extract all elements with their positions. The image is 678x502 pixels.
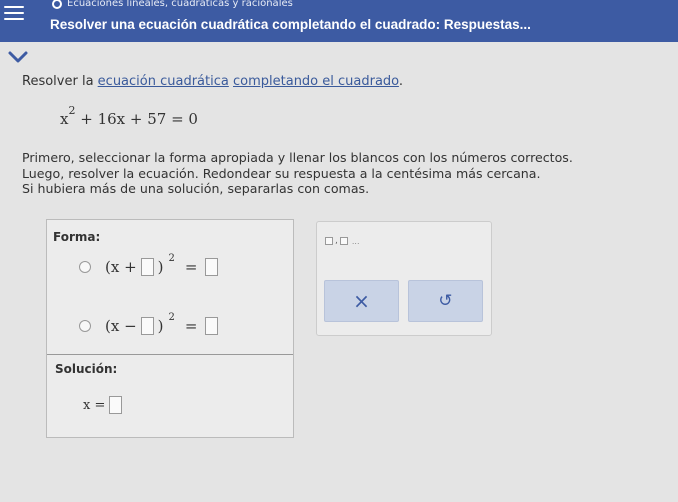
instructions: Primero, seleccionar la forma apropiada … — [22, 150, 573, 197]
intro-period: . — [398, 74, 404, 89]
blank-input[interactable] — [140, 317, 154, 335]
close-icon: × — [353, 289, 370, 313]
blank-input[interactable] — [205, 317, 219, 335]
panel-divider — [47, 354, 293, 355]
radio-option-minus[interactable] — [79, 320, 91, 332]
option-close: ) — [157, 317, 164, 335]
instruction-line: Luego, resolver la ecuación. Redondear s… — [22, 165, 541, 181]
option-minus[interactable]: (x − ) 2 = — [79, 312, 219, 335]
link-quadratic-equation[interactable]: ecuación cuadrática — [98, 74, 229, 89]
answer-panel: Forma: (x + ) 2 = (x − ) 2 = Solución: x = — [46, 219, 294, 438]
comma-glyph: , — [335, 236, 338, 246]
solution-input[interactable] — [109, 396, 123, 414]
page-title: Resolver una ecuación cuadrática complet… — [50, 17, 531, 32]
form-label: Forma: — [53, 230, 101, 244]
undo-icon: ↺ — [438, 291, 453, 311]
problem-intro: Resolver la ecuación cuadrática completa… — [22, 74, 403, 89]
breadcrumb-text: Ecuaciones lineales, cuadráticas y racio… — [67, 0, 293, 9]
option-open: (x − — [105, 317, 137, 335]
option-exponent: 2 — [168, 252, 175, 264]
option-close: ) — [157, 258, 164, 276]
blank-input[interactable] — [140, 258, 154, 276]
option-exponent: 2 — [168, 311, 175, 323]
chevron-down-icon[interactable] — [4, 50, 32, 64]
equation-exponent: 2 — [68, 104, 76, 117]
breadcrumb[interactable]: Ecuaciones lineales, cuadráticas y racio… — [52, 0, 293, 9]
fraction-list-tool[interactable]: , ... — [325, 236, 360, 246]
solution-label: Solución: — [55, 362, 118, 376]
link-completing-square[interactable]: completando el cuadrado — [233, 74, 399, 89]
equation: x2 + 16x + 57 = 0 — [60, 104, 198, 128]
tool-panel: , ... × ↺ — [316, 221, 492, 336]
radio-option-plus[interactable] — [79, 261, 91, 273]
equation-rest: + 16x + 57 = 0 — [80, 110, 198, 128]
undo-button[interactable]: ↺ — [408, 280, 483, 322]
instruction-line: Primero, seleccionar la forma apropiada … — [22, 150, 573, 165]
topic-progress-icon — [52, 0, 62, 9]
clear-button[interactable]: × — [324, 280, 399, 322]
solution-variable: x = — [83, 397, 106, 413]
box-icon — [325, 237, 333, 245]
solution-row: x = — [83, 396, 123, 414]
intro-text: Resolver la — [22, 74, 98, 89]
option-equals: = — [184, 317, 198, 335]
more-dots: ... — [351, 236, 360, 246]
blank-input[interactable] — [205, 258, 219, 276]
option-equals: = — [184, 258, 198, 276]
top-header: Ecuaciones lineales, cuadráticas y racio… — [0, 0, 678, 42]
menu-icon[interactable] — [4, 2, 26, 24]
option-open: (x + — [105, 258, 137, 276]
option-plus[interactable]: (x + ) 2 = — [79, 253, 219, 276]
box-icon — [339, 237, 348, 245]
instruction-line: Si hubiera más de una solución, separarl… — [22, 181, 370, 196]
